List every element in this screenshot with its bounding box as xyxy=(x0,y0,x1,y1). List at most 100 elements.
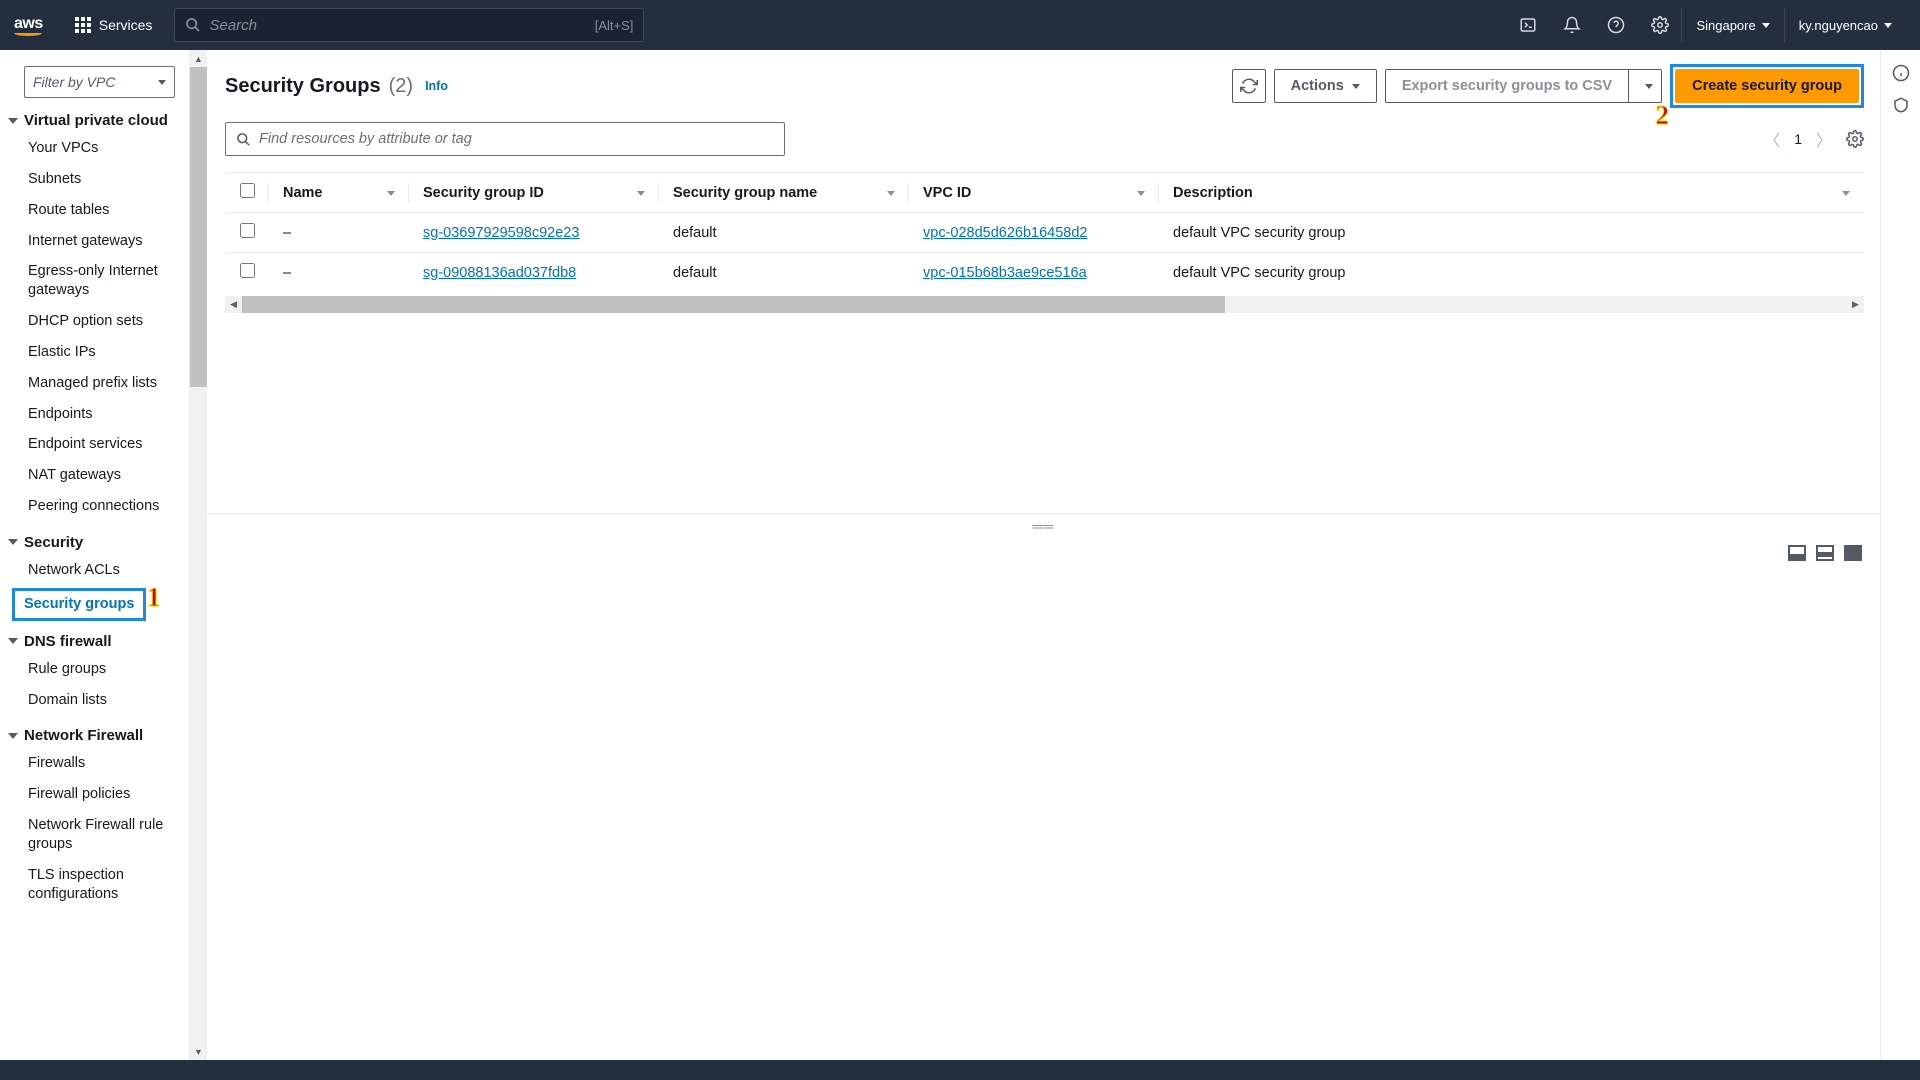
sidebar-section-dns-firewall[interactable]: DNS firewall xyxy=(0,629,189,654)
panel-full-button[interactable] xyxy=(1844,545,1862,561)
col-sg-name[interactable]: Security group name xyxy=(659,173,909,213)
sg-id-link[interactable]: sg-09088136ad037fdb8 xyxy=(423,265,576,281)
sidebar-item-peering[interactable]: Peering connections xyxy=(0,491,189,522)
cell-sg-name: default xyxy=(659,253,909,293)
sidebar-item-elastic-ips[interactable]: Elastic IPs xyxy=(0,337,189,368)
refresh-button[interactable] xyxy=(1232,69,1266,103)
sidebar-item-firewall-policies[interactable]: Firewall policies xyxy=(0,779,189,810)
vpc-filter-dropdown[interactable]: Filter by VPC xyxy=(24,66,175,98)
prev-page-button[interactable]: 〈 xyxy=(1764,127,1780,151)
table-hscroll[interactable]: ◀ ▶ xyxy=(225,296,1864,313)
details-panel xyxy=(207,537,1880,1060)
sidebar-item-rule-groups[interactable]: Rule groups xyxy=(0,654,189,685)
drag-handle-icon: ══ xyxy=(1033,518,1055,534)
table-row[interactable]: – sg-03697929598c92e23 default vpc-028d5… xyxy=(225,213,1864,253)
caret-down-icon xyxy=(1762,23,1770,28)
panel-bottom-button[interactable] xyxy=(1788,545,1806,561)
next-page-button[interactable]: 〉 xyxy=(1816,127,1832,151)
caret-down-icon xyxy=(158,80,166,85)
section-title: DNS firewall xyxy=(24,633,112,650)
vpc-id-link[interactable]: vpc-028d5d626b16458d2 xyxy=(923,225,1087,241)
account-menu[interactable]: ky.nguyencao xyxy=(1784,8,1906,42)
create-security-group-button[interactable]: Create security group xyxy=(1675,69,1859,103)
panel-split-button[interactable] xyxy=(1816,545,1834,561)
global-search[interactable]: [Alt+S] xyxy=(174,8,644,42)
row-checkbox[interactable] xyxy=(240,263,255,278)
table-row[interactable]: – sg-09088136ad037fdb8 default vpc-015b6… xyxy=(225,253,1864,293)
services-menu[interactable]: Services xyxy=(61,17,167,33)
sg-id-link[interactable]: sg-03697929598c92e23 xyxy=(423,225,579,241)
caret-down-icon xyxy=(8,118,18,124)
info-link[interactable]: Info xyxy=(425,79,448,93)
sidebar-item-firewalls[interactable]: Firewalls xyxy=(0,748,189,779)
sidebar-scrollbar[interactable]: ▲ ▼ xyxy=(190,50,207,1060)
section-title: Security xyxy=(24,534,83,551)
info-icon[interactable] xyxy=(1892,64,1910,82)
sidebar-section-network-firewall[interactable]: Network Firewall xyxy=(0,723,189,748)
sidebar-item-nat-gateways[interactable]: NAT gateways xyxy=(0,460,189,491)
sidebar-item-nfw-rule-groups[interactable]: Network Firewall rule groups xyxy=(0,810,189,860)
hscroll-thumb[interactable] xyxy=(242,296,1225,313)
sidebar-item-egress-gateways[interactable]: Egress-only Internet gateways xyxy=(0,256,189,306)
scroll-up-icon[interactable]: ▲ xyxy=(190,50,207,67)
region-selector[interactable]: Singapore xyxy=(1681,8,1783,42)
table-settings-button[interactable] xyxy=(1846,130,1864,148)
user-label: ky.nguyencao xyxy=(1799,18,1878,33)
sidebar-item-prefix-lists[interactable]: Managed prefix lists xyxy=(0,368,189,399)
settings-icon[interactable] xyxy=(1639,8,1681,42)
export-csv-dropdown[interactable] xyxy=(1628,69,1662,103)
col-checkbox xyxy=(225,173,269,213)
search-icon xyxy=(185,17,201,33)
sidebar-item-route-tables[interactable]: Route tables xyxy=(0,195,189,226)
notifications-icon[interactable] xyxy=(1551,8,1593,42)
vpc-id-link[interactable]: vpc-015b68b3ae9ce516a xyxy=(923,265,1087,281)
col-vpc-id[interactable]: VPC ID xyxy=(909,173,1159,213)
footer xyxy=(0,1060,1920,1080)
top-nav: aws Services [Alt+S] Singapore ky.nguyen… xyxy=(0,0,1920,50)
scroll-right-icon[interactable]: ▶ xyxy=(1847,299,1864,310)
sidebar-item-endpoint-services[interactable]: Endpoint services xyxy=(0,429,189,460)
sort-icon xyxy=(1137,191,1145,200)
cloudshell-icon[interactable] xyxy=(1507,8,1549,42)
sidebar-item-endpoints[interactable]: Endpoints xyxy=(0,399,189,430)
sidebar-item-domain-lists[interactable]: Domain lists xyxy=(0,685,189,716)
sidebar-section-vpc[interactable]: Virtual private cloud xyxy=(0,108,189,133)
cell-name: – xyxy=(269,253,409,293)
col-sg-id[interactable]: Security group ID xyxy=(409,173,659,213)
search-icon xyxy=(236,132,251,147)
sort-icon xyxy=(1842,191,1850,200)
sidebar-section-security[interactable]: Security xyxy=(0,530,189,555)
cell-description: default VPC security group xyxy=(1159,213,1864,253)
caret-down-icon xyxy=(8,539,18,545)
sidebar-item-dhcp[interactable]: DHCP option sets xyxy=(0,306,189,337)
sidebar-item-subnets[interactable]: Subnets xyxy=(0,164,189,195)
sidebar-item-network-acls[interactable]: Network ACLs xyxy=(0,555,189,586)
col-description[interactable]: Description xyxy=(1159,173,1864,213)
caret-down-icon xyxy=(1884,23,1892,28)
export-csv-button[interactable]: Export security groups to CSV xyxy=(1385,69,1628,103)
security-icon[interactable] xyxy=(1892,96,1910,114)
grid-icon xyxy=(75,17,91,33)
aws-logo[interactable]: aws xyxy=(14,15,43,36)
caret-down-icon xyxy=(1352,84,1360,89)
sidebar-item-security-groups[interactable]: Security groups xyxy=(12,588,146,621)
resource-search-input[interactable] xyxy=(259,131,774,147)
sidebar-item-internet-gateways[interactable]: Internet gateways xyxy=(0,226,189,257)
scroll-thumb[interactable] xyxy=(190,67,207,387)
nav-icon-group xyxy=(1507,8,1681,42)
row-checkbox[interactable] xyxy=(240,223,255,238)
sidebar-item-tls-inspection[interactable]: TLS inspection configurations xyxy=(0,860,189,910)
actions-dropdown[interactable]: Actions xyxy=(1274,69,1377,103)
split-panel-handle[interactable]: ══ xyxy=(207,513,1880,537)
scroll-down-icon[interactable]: ▼ xyxy=(190,1043,207,1060)
resource-search[interactable] xyxy=(225,122,785,156)
select-all-checkbox[interactable] xyxy=(240,183,255,198)
col-name[interactable]: Name xyxy=(269,173,409,213)
scroll-left-icon[interactable]: ◀ xyxy=(225,299,242,310)
caret-down-icon xyxy=(8,638,18,644)
search-input[interactable] xyxy=(209,17,594,34)
sidebar-item-your-vpcs[interactable]: Your VPCs xyxy=(0,133,189,164)
help-icon[interactable] xyxy=(1595,8,1637,42)
pagination: 〈 1 〉 xyxy=(1764,127,1864,151)
page-title: Security Groups xyxy=(225,75,381,98)
